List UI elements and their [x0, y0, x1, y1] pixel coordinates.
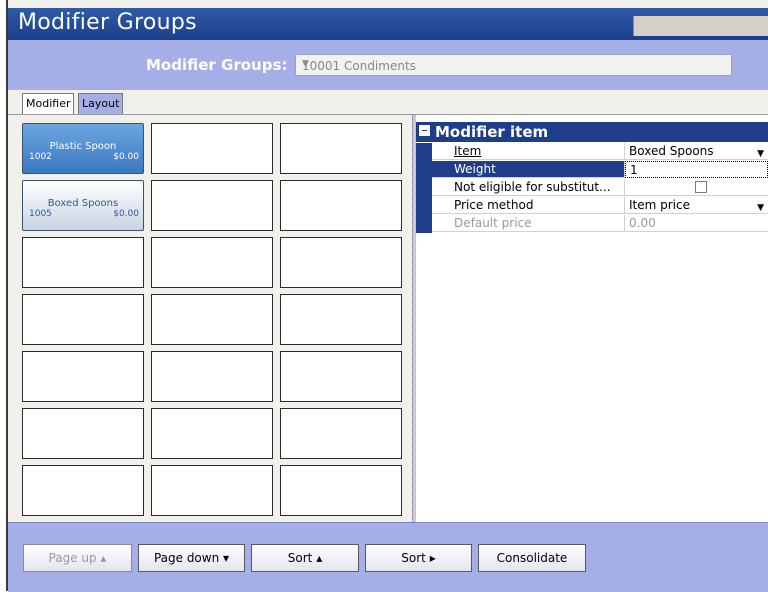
property-row-gutter: [416, 197, 432, 215]
price-method-dropdown[interactable]: Item price ▼: [625, 197, 768, 214]
grid-empty-cell[interactable]: [151, 237, 273, 288]
property-label: Not eligible for substitut...: [432, 179, 625, 196]
property-label: Weight: [432, 161, 625, 178]
property-value-cell: [625, 179, 768, 196]
grid-empty-cell[interactable]: [22, 351, 144, 402]
grid-button-name: Plastic Spoon: [49, 141, 117, 152]
grid-button-plastic-spoon[interactable]: Plastic Spoon 1002 $0.00: [22, 123, 144, 174]
consolidate-button[interactable]: Consolidate: [478, 544, 586, 572]
property-row-gutter: [416, 143, 432, 161]
grid-button-price: $0.00: [113, 209, 139, 219]
property-value: Item price: [629, 198, 690, 212]
modifier-groups-dropdown[interactable]: 10001 Condiments ▼: [295, 54, 732, 76]
property-row-gutter: [416, 215, 432, 233]
property-row-default-price: Default price 0.00: [416, 215, 768, 233]
property-value: Boxed Spoons: [629, 144, 714, 158]
property-row-item[interactable]: Item Boxed Spoons ▼: [416, 143, 768, 161]
chevron-down-icon: ▼: [302, 59, 309, 69]
property-label: Item: [432, 143, 625, 160]
page-down-button[interactable]: Page down ▾: [138, 544, 245, 572]
grid-empty-cell[interactable]: [22, 465, 144, 516]
grid-empty-cell[interactable]: [151, 123, 273, 174]
item-dropdown[interactable]: Boxed Spoons ▼: [625, 143, 768, 160]
grid-button-number: 1005: [29, 209, 52, 219]
grid-empty-cell[interactable]: [280, 180, 402, 231]
window-left-border: [0, 0, 8, 591]
weight-input[interactable]: 1: [625, 161, 768, 178]
grid-empty-cell[interactable]: [151, 180, 273, 231]
property-row-gutter: [416, 161, 432, 179]
grid-empty-cell[interactable]: [151, 294, 273, 345]
grid-empty-cell[interactable]: [22, 408, 144, 459]
button-layout-grid: Plastic Spoon 1002 $0.00 Boxed Spoons 10…: [8, 115, 412, 522]
window-title: Modifier Groups: [18, 10, 197, 35]
property-label: Default price: [432, 215, 625, 232]
tab-layout[interactable]: Layout: [78, 93, 124, 114]
property-row-price-method[interactable]: Price method Item price ▼: [416, 197, 768, 215]
not-eligible-checkbox[interactable]: [695, 181, 707, 193]
tab-bar: Modifier Layout: [8, 90, 768, 115]
property-row-not-eligible[interactable]: Not eligible for substitut...: [416, 179, 768, 197]
grid-empty-cell[interactable]: [280, 294, 402, 345]
sort-right-button[interactable]: Sort ▸: [365, 544, 472, 572]
chevron-down-icon[interactable]: ▼: [757, 200, 764, 213]
tab-modifier[interactable]: Modifier: [22, 93, 75, 114]
grid-empty-cell[interactable]: [280, 237, 402, 288]
property-row-gutter: [416, 179, 432, 197]
sort-up-button[interactable]: Sort ▴: [251, 544, 359, 572]
title-bar-blank-area: [633, 16, 768, 36]
title-bar: Modifier Groups: [8, 8, 768, 40]
chevron-down-icon[interactable]: ▼: [757, 146, 764, 159]
grid-empty-cell[interactable]: [151, 465, 273, 516]
property-grid: Modifier item Item Boxed Spoons ▼ Weight…: [416, 115, 768, 522]
grid-empty-cell[interactable]: [22, 294, 144, 345]
property-row-weight[interactable]: Weight 1: [416, 161, 768, 179]
grid-button-name: Boxed Spoons: [47, 198, 119, 209]
property-label: Price method: [432, 197, 625, 214]
collapse-icon[interactable]: [419, 125, 430, 136]
footer-button-bar: Page up ▴ Page down ▾ Sort ▴ Sort ▸ Cons…: [8, 522, 768, 592]
grid-empty-cell[interactable]: [151, 408, 273, 459]
grid-empty-cell[interactable]: [280, 465, 402, 516]
grid-button-price: $0.00: [113, 152, 139, 162]
property-category-header: Modifier item: [416, 122, 768, 142]
group-selector-bar: Modifier Groups: 10001 Condiments ▼: [8, 40, 768, 91]
grid-empty-cell[interactable]: [280, 351, 402, 402]
group-selector-label: Modifier Groups:: [146, 56, 288, 74]
default-price-value: 0.00: [625, 215, 768, 232]
grid-empty-cell[interactable]: [280, 123, 402, 174]
grid-empty-cell[interactable]: [22, 237, 144, 288]
grid-button-number: 1002: [29, 152, 52, 162]
grid-empty-cell[interactable]: [151, 351, 273, 402]
page-up-button[interactable]: Page up ▴: [23, 544, 132, 572]
grid-button-boxed-spoons[interactable]: Boxed Spoons 1005 $0.00: [22, 180, 144, 231]
grid-empty-cell[interactable]: [280, 408, 402, 459]
property-category-title: Modifier item: [435, 123, 549, 141]
